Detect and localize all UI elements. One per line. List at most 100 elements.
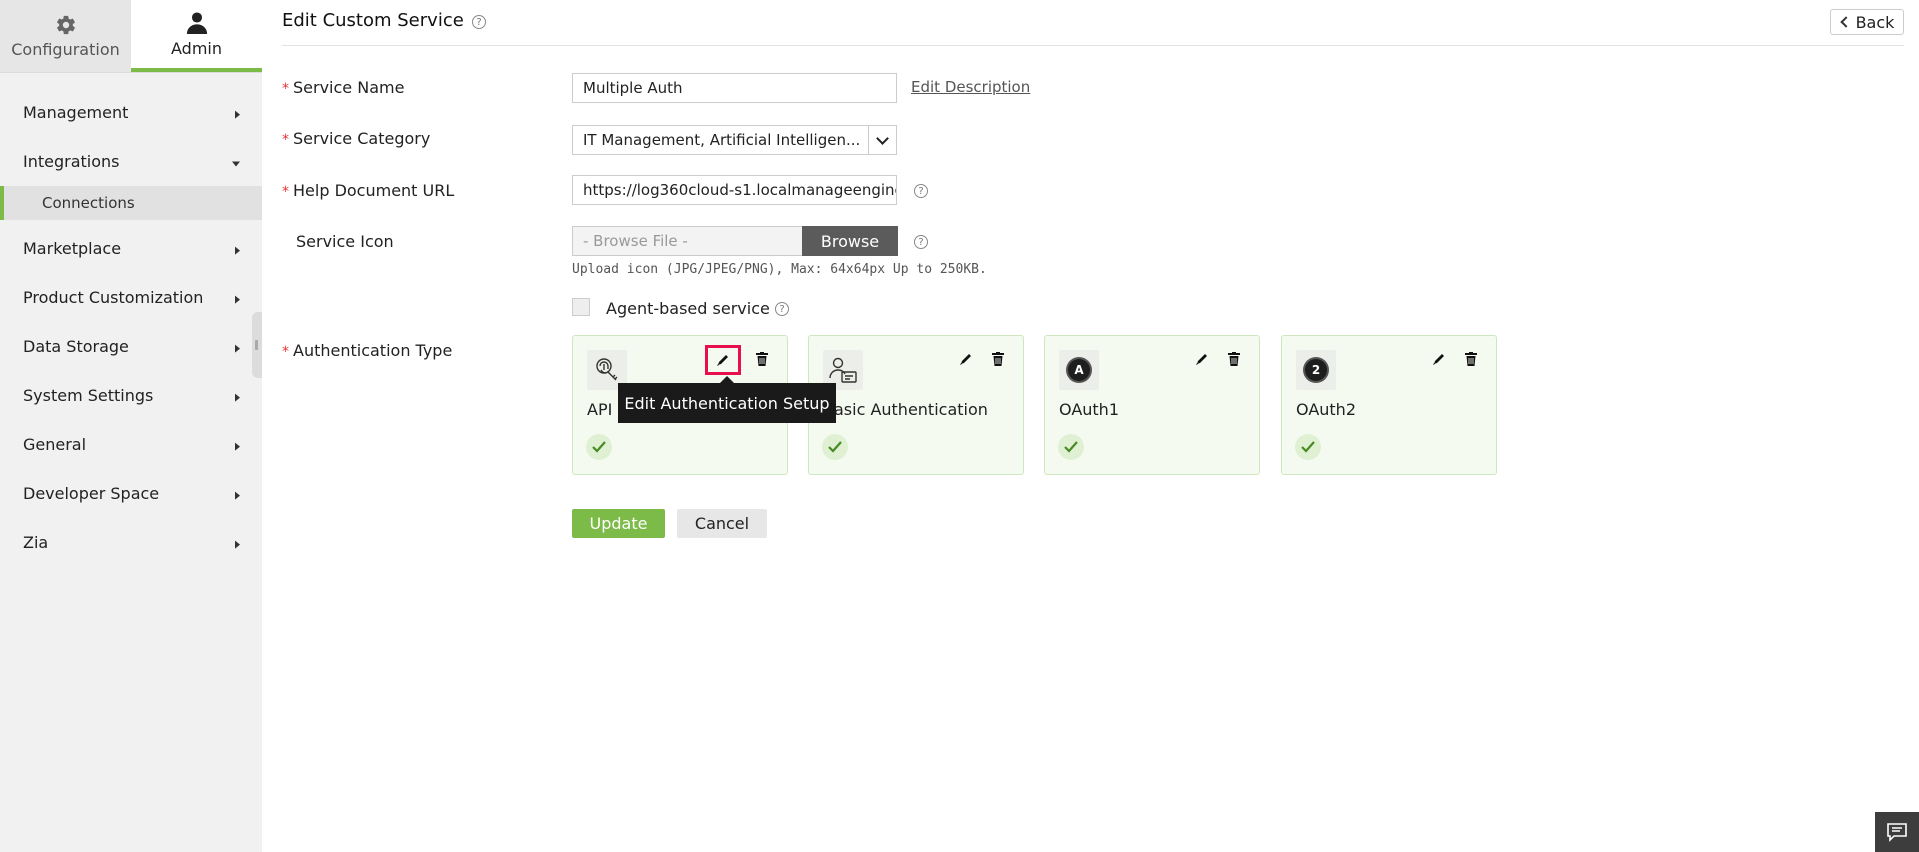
sidebar-item-label: Integrations bbox=[23, 152, 120, 171]
browse-button[interactable]: Browse bbox=[802, 226, 898, 256]
sidebar-item-label: Developer Space bbox=[23, 484, 160, 503]
delete-auth-button[interactable] bbox=[753, 350, 771, 368]
help-icon[interactable]: ? bbox=[472, 15, 486, 29]
service-name-value: Multiple Auth bbox=[583, 79, 683, 97]
caret-down-icon bbox=[232, 161, 240, 166]
top-nav: Configuration Admin bbox=[0, 0, 262, 73]
back-button[interactable]: Back bbox=[1830, 9, 1904, 35]
trash-icon bbox=[992, 352, 1004, 366]
sidebar-item-general[interactable]: General bbox=[0, 420, 262, 469]
sidebar-item-data-storage[interactable]: Data Storage bbox=[0, 322, 262, 371]
tab-admin-label: Admin bbox=[171, 38, 222, 58]
caret-right-icon bbox=[235, 442, 240, 451]
caret-right-icon bbox=[235, 344, 240, 353]
sidebar-item-label: Management bbox=[23, 103, 129, 122]
required-marker: * bbox=[282, 344, 289, 360]
edit-description-link[interactable]: Edit Description bbox=[911, 78, 1030, 96]
upload-hint: Upload icon (JPG/JPEG/PNG), Max: 64x64px… bbox=[572, 262, 987, 277]
help-icon[interactable]: ? bbox=[775, 302, 789, 316]
edit-auth-button[interactable] bbox=[1430, 350, 1448, 368]
sidebar-item-marketplace[interactable]: Marketplace bbox=[0, 224, 262, 273]
tab-admin[interactable]: Admin bbox=[131, 0, 262, 72]
edit-auth-button[interactable] bbox=[957, 350, 975, 368]
sidebar-subitem-label: Connections bbox=[42, 194, 135, 212]
pencil-icon bbox=[1433, 354, 1444, 365]
help-document-url-input[interactable]: https://log360cloud-s1.localmanageengine bbox=[572, 175, 897, 205]
service-name-label: * Service Name bbox=[282, 78, 405, 97]
chat-button[interactable] bbox=[1875, 812, 1919, 852]
required-marker: * bbox=[282, 81, 289, 97]
required-marker: * bbox=[282, 132, 289, 148]
auth-card-name: OAuth2 bbox=[1296, 400, 1356, 419]
sidebar-item-label: Data Storage bbox=[23, 337, 129, 356]
service-icon-file-input[interactable]: - Browse File - bbox=[572, 226, 804, 256]
trash-icon bbox=[756, 352, 768, 366]
service-category-dropdown-toggle[interactable] bbox=[868, 125, 897, 155]
check-icon bbox=[1058, 434, 1084, 460]
pencil-icon bbox=[1196, 354, 1207, 365]
delete-auth-button[interactable] bbox=[1225, 350, 1243, 368]
authentication-type-label: * Authentication Type bbox=[282, 341, 453, 360]
trash-icon bbox=[1228, 352, 1240, 366]
caret-right-icon bbox=[235, 393, 240, 402]
sidebar-item-label: Marketplace bbox=[23, 239, 122, 258]
chevron-left-icon bbox=[1839, 16, 1852, 28]
oauth2-badge: 2 bbox=[1305, 359, 1327, 381]
cancel-button[interactable]: Cancel bbox=[677, 509, 767, 538]
agent-based-checkbox[interactable] bbox=[572, 298, 590, 316]
pencil-icon bbox=[960, 354, 971, 365]
delete-auth-button[interactable] bbox=[989, 350, 1007, 368]
caret-right-icon bbox=[235, 540, 240, 549]
service-category-label: * Service Category bbox=[282, 129, 431, 148]
edit-auth-tooltip: Edit Authentication Setup bbox=[618, 376, 836, 423]
edit-auth-button[interactable] bbox=[1193, 350, 1211, 368]
auth-card-name: Basic Authentication bbox=[823, 400, 988, 419]
user-icon bbox=[186, 11, 207, 34]
sidebar-item-label: System Settings bbox=[23, 386, 154, 405]
sidebar-item-label: General bbox=[23, 435, 87, 454]
service-icon-label: Service Icon bbox=[296, 232, 394, 251]
tab-configuration-label: Configuration bbox=[11, 39, 120, 59]
sidebar-item-developer-space[interactable]: Developer Space bbox=[0, 469, 262, 518]
service-name-input[interactable]: Multiple Auth bbox=[572, 73, 897, 103]
sidebar-item-management[interactable]: Management bbox=[0, 88, 262, 137]
sidebar-collapse-handle[interactable] bbox=[252, 312, 262, 378]
delete-auth-button[interactable] bbox=[1462, 350, 1480, 368]
required-marker: * bbox=[282, 184, 289, 200]
caret-right-icon bbox=[235, 246, 240, 255]
help-document-url-value: https://log360cloud-s1.localmanageengine bbox=[583, 181, 897, 199]
pencil-icon bbox=[717, 355, 728, 366]
sidebar-item-label: Zia bbox=[23, 533, 49, 552]
sidebar-subitem-connections[interactable]: Connections bbox=[0, 186, 262, 220]
chat-icon bbox=[1887, 823, 1907, 842]
auth-card-basic-authentication[interactable]: Basic Authentication bbox=[808, 335, 1024, 475]
page-title: Edit Custom Service bbox=[282, 10, 464, 31]
service-icon-placeholder: - Browse File - bbox=[583, 232, 688, 250]
update-button[interactable]: Update bbox=[572, 509, 665, 538]
sidebar-item-zia[interactable]: Zia bbox=[0, 518, 262, 567]
sidebar-item-product-customization[interactable]: Product Customization bbox=[0, 273, 262, 322]
check-icon bbox=[586, 434, 612, 460]
check-icon bbox=[1295, 434, 1321, 460]
service-category-select[interactable]: IT Management, Artificial Intelligen... bbox=[572, 125, 869, 155]
oauth1-badge: A bbox=[1068, 359, 1090, 381]
sidebar-item-system-settings[interactable]: System Settings bbox=[0, 371, 262, 420]
edit-auth-button[interactable] bbox=[705, 345, 741, 375]
oauth2-badge-icon: 2 bbox=[1296, 350, 1336, 390]
sidebar-item-label: Product Customization bbox=[23, 288, 204, 307]
oauth1-badge-icon: A bbox=[1059, 350, 1099, 390]
help-icon[interactable]: ? bbox=[914, 235, 928, 249]
caret-right-icon bbox=[235, 295, 240, 304]
help-icon[interactable]: ? bbox=[914, 184, 928, 198]
agent-based-label: Agent-based service bbox=[606, 299, 770, 318]
header-divider bbox=[282, 45, 1904, 46]
sidebar-item-integrations[interactable]: Integrations bbox=[0, 137, 262, 186]
auth-card-oauth1[interactable]: A OAuth1 bbox=[1044, 335, 1260, 475]
tab-configuration[interactable]: Configuration bbox=[0, 0, 131, 72]
back-label: Back bbox=[1855, 12, 1895, 32]
service-category-value: IT Management, Artificial Intelligen... bbox=[583, 131, 861, 149]
chevron-down-icon bbox=[876, 131, 889, 145]
auth-card-oauth2[interactable]: 2 OAuth2 bbox=[1281, 335, 1497, 475]
trash-icon bbox=[1465, 352, 1477, 366]
help-document-url-label: * Help Document URL bbox=[282, 181, 455, 200]
